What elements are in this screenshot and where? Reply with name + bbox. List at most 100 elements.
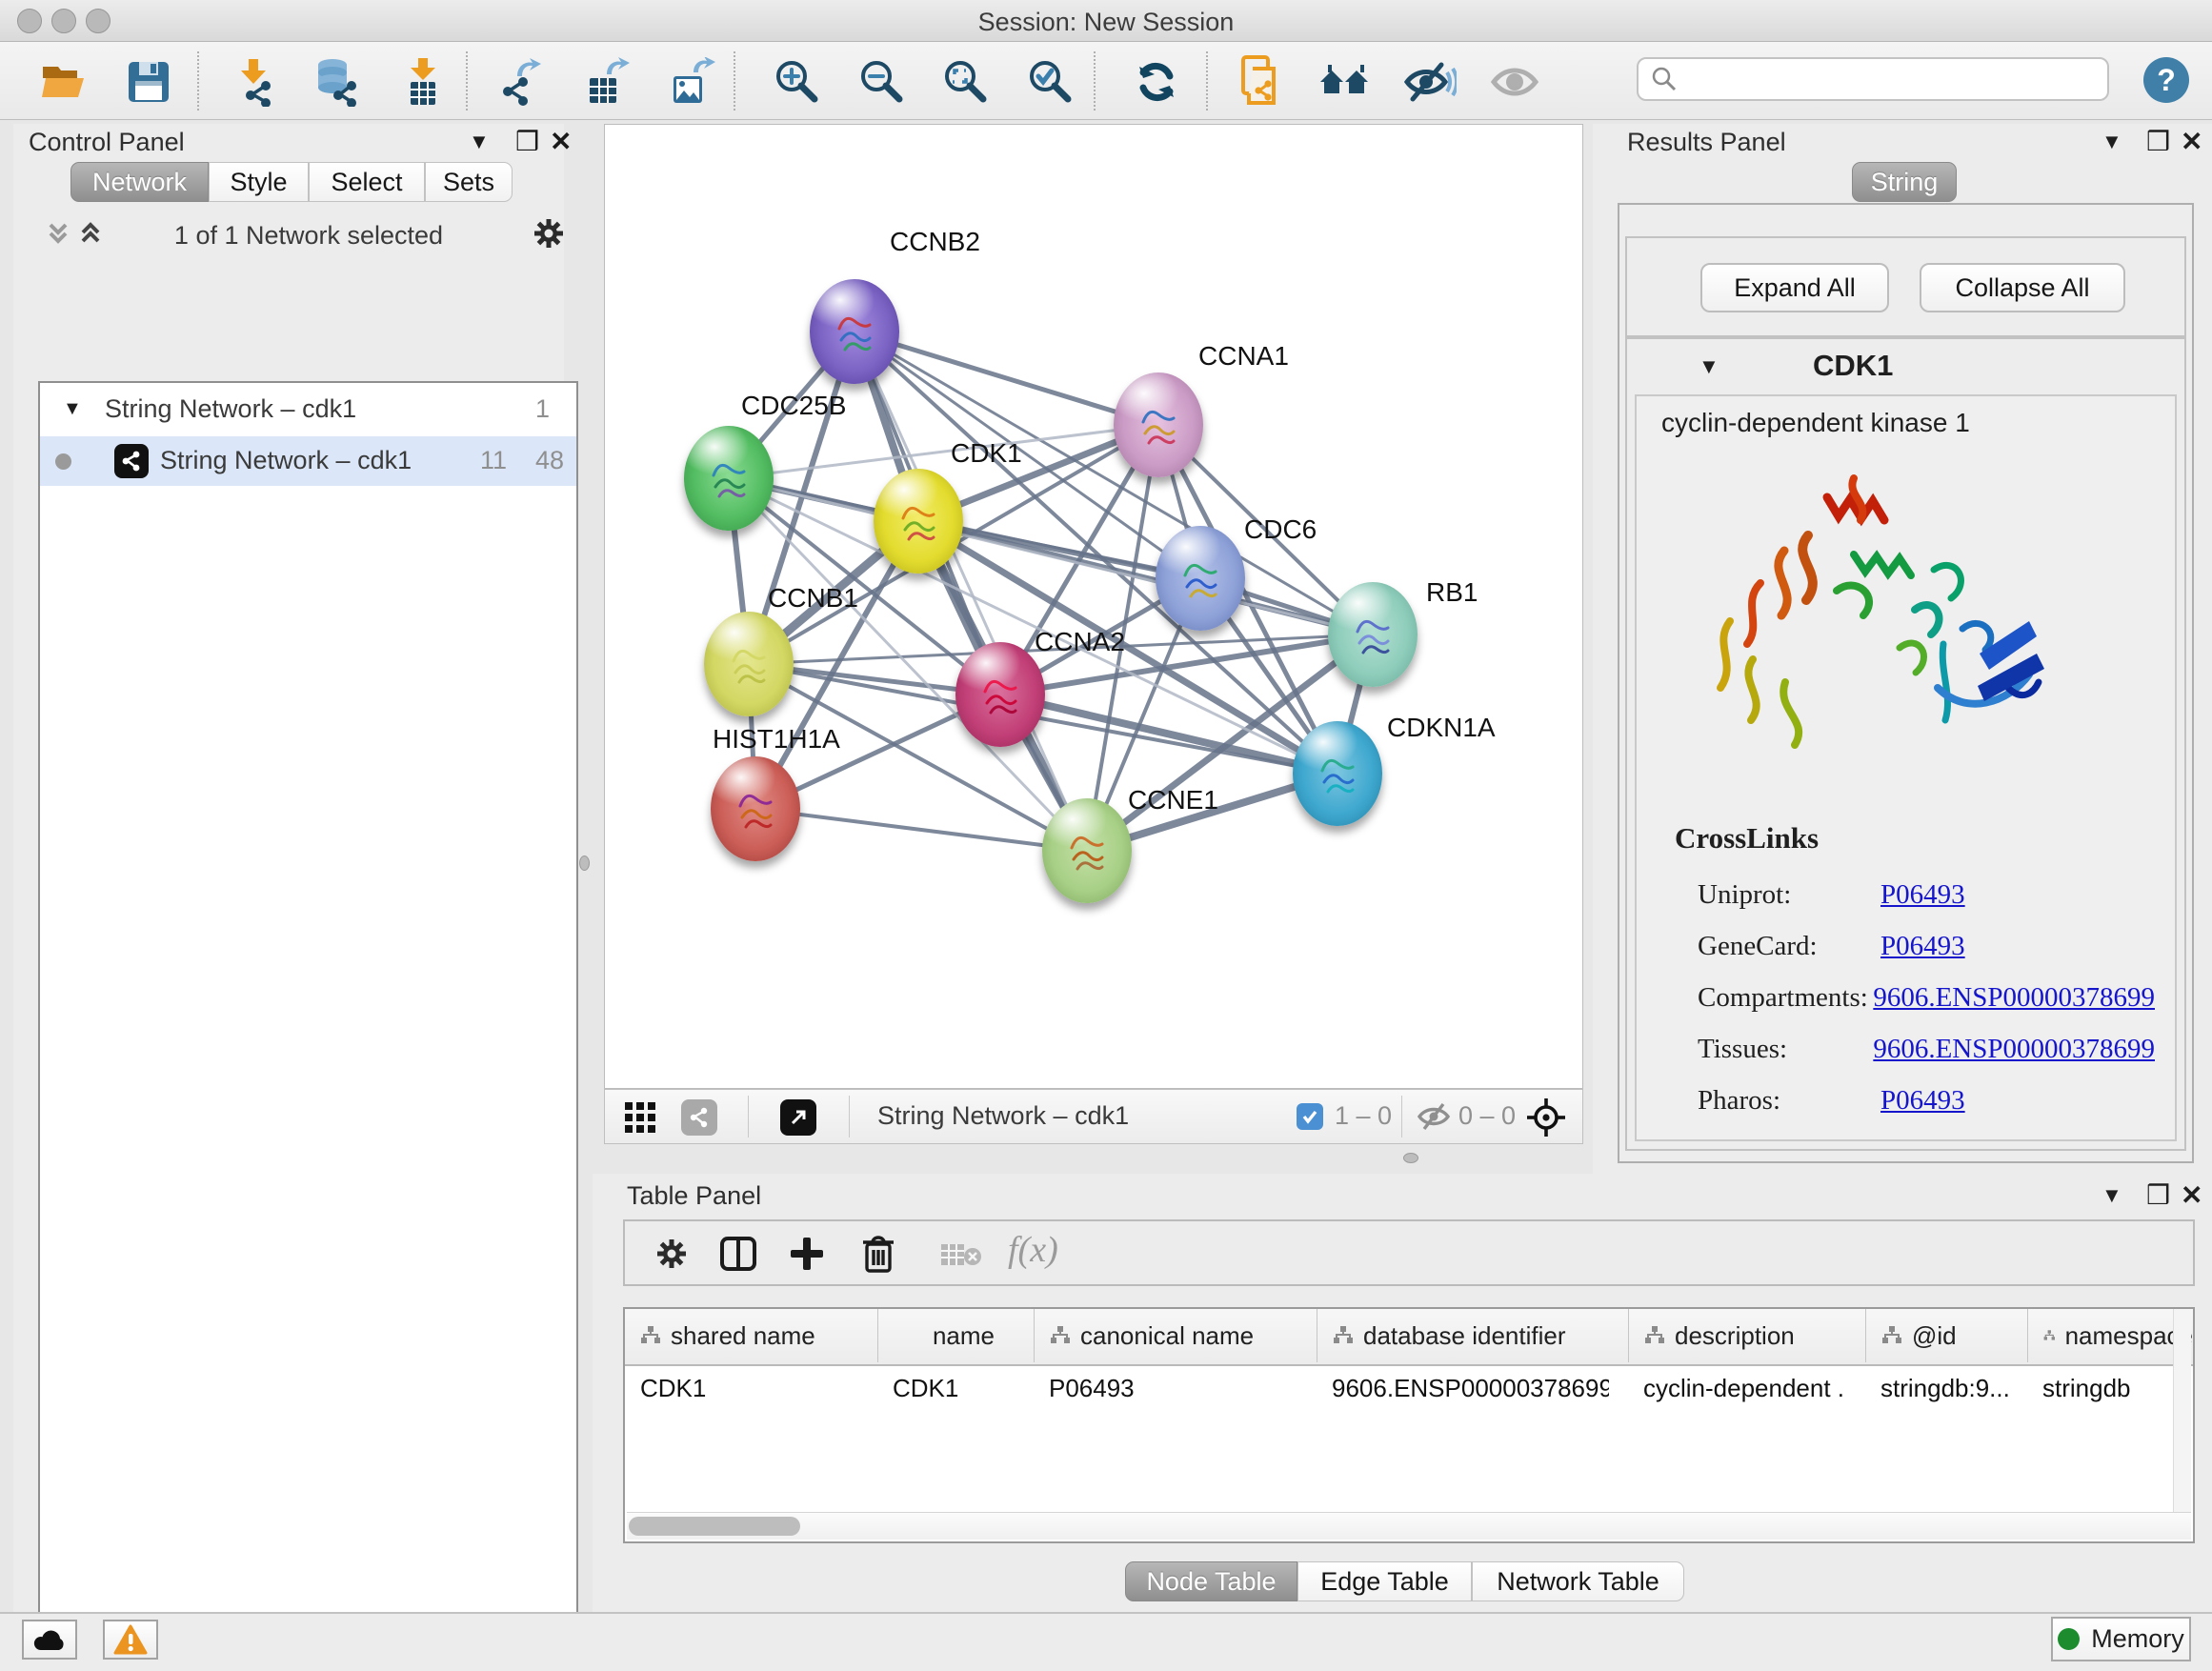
crosslink-value-link[interactable]: 9606.ENSP00000378699 (1873, 982, 2155, 1014)
collapse-all-icon[interactable] (45, 219, 71, 252)
column-header-namespace[interactable]: namespace (2027, 1309, 2193, 1362)
tab-network-table[interactable]: Network Table (1472, 1561, 1684, 1601)
graph-node-cdk1[interactable] (874, 469, 963, 574)
graph-node-cdkn1a[interactable] (1293, 721, 1382, 826)
column-header-name[interactable]: name (877, 1309, 1034, 1362)
table-vertical-scrollbar[interactable] (2173, 1309, 2191, 1514)
control-panel: Control Panel ▼ ❒ ✕ NetworkStyleSelectSe… (13, 124, 564, 1612)
control-panel-title: Control Panel (29, 128, 185, 157)
column-header-description[interactable]: description (1628, 1309, 1865, 1362)
control-panel-menu-icon[interactable]: ▼ (469, 130, 490, 154)
open-session-icon[interactable] (37, 55, 90, 109)
table-cell: 9606.ENSP00000378699 (1317, 1374, 1609, 1403)
help-icon[interactable]: ? (2143, 57, 2189, 103)
results-panel-float-icon[interactable]: ❒ (2146, 126, 2170, 157)
table-panel-close-icon[interactable]: ✕ (2181, 1179, 2202, 1211)
column-header-canonical-name[interactable]: canonical name (1034, 1309, 1317, 1362)
selection-summary: 1 of 1 Network selected (137, 221, 480, 251)
graph-node-ccnb1[interactable] (704, 612, 794, 716)
import-network-icon[interactable] (228, 55, 281, 109)
crosslink-value-link[interactable]: P06493 (1880, 879, 1965, 911)
graph-node-ccna1[interactable] (1114, 372, 1203, 477)
add-column-icon[interactable] (787, 1234, 827, 1278)
protein-thumbnail-icon (733, 785, 778, 838)
cloud-button[interactable] (22, 1620, 77, 1660)
table-panel-menu-icon[interactable]: ▼ (2101, 1183, 2122, 1208)
results-panel-menu-icon[interactable]: ▼ (2101, 130, 2122, 154)
tab-style[interactable]: Style (209, 162, 309, 202)
grid-view-icon[interactable] (622, 1099, 658, 1140)
column-header-shared-name[interactable]: shared name (625, 1309, 877, 1362)
tab-select[interactable]: Select (309, 162, 425, 202)
scrollbar-thumb[interactable] (629, 1517, 800, 1536)
hidden-eye-icon (1417, 1101, 1451, 1137)
warning-icon (113, 1624, 148, 1655)
export-image-icon[interactable] (665, 55, 718, 109)
graph-node-hist1h1a[interactable] (711, 756, 800, 861)
tree-expander-icon[interactable]: ▼ (63, 398, 82, 420)
network-collection-row[interactable]: ▼ String Network – cdk1 1 (40, 389, 576, 434)
zoom-out-icon[interactable] (855, 55, 909, 109)
graph-node-ccnb2[interactable] (810, 279, 899, 384)
tab-string[interactable]: String (1852, 162, 1957, 202)
control-panel-close-icon[interactable]: ✕ (550, 126, 572, 157)
save-session-icon[interactable] (122, 55, 175, 109)
crosslink-value-link[interactable]: P06493 (1880, 931, 1965, 962)
import-table-icon[interactable] (396, 55, 450, 109)
crosslink-value-link[interactable]: 9606.ENSP00000378699 (1873, 1034, 2155, 1065)
crosshair-icon[interactable] (1525, 1097, 1567, 1143)
network-row[interactable]: String Network – cdk1 11 48 (40, 436, 576, 486)
bottom-splitter-handle[interactable] (1403, 1153, 1418, 1163)
export-network-icon[interactable] (493, 55, 546, 109)
export-table-icon[interactable] (580, 55, 633, 109)
collapse-all-button[interactable]: Collapse All (1920, 263, 2125, 312)
network-view-title: String Network – cdk1 (877, 1101, 1129, 1131)
memory-button[interactable]: Memory (2051, 1617, 2191, 1661)
search-input[interactable] (1637, 57, 2109, 101)
tab-edge-table[interactable]: Edge Table (1297, 1561, 1472, 1601)
expand-all-button[interactable]: Expand All (1700, 263, 1889, 312)
open-in-browser-icon[interactable] (780, 1099, 816, 1136)
import-network-database-icon[interactable] (312, 55, 365, 109)
tab-sets[interactable]: Sets (425, 162, 513, 202)
table-cell: CDK1 (877, 1374, 1015, 1403)
node-label-ccnb1: CCNB1 (768, 583, 858, 614)
table-header-row: shared namenamecanonical namedatabase id… (625, 1309, 2193, 1366)
duplicate-network-icon[interactable] (1236, 55, 1289, 109)
selected-checkbox-icon[interactable] (1297, 1103, 1323, 1130)
table-panel-float-icon[interactable]: ❒ (2146, 1179, 2170, 1211)
graph-node-cdc25b[interactable] (684, 426, 774, 531)
delete-column-icon[interactable] (859, 1233, 897, 1279)
crosslink-value-link[interactable]: P06493 (1880, 1085, 1965, 1117)
zoom-selected-icon[interactable] (1024, 55, 1077, 109)
warning-button[interactable] (103, 1620, 158, 1660)
zoom-fit-icon[interactable] (939, 55, 993, 109)
section-body: cyclin-dependent kinase 1 (1635, 394, 2177, 1141)
show-columns-icon[interactable] (718, 1234, 758, 1278)
table-row[interactable]: CDK1CDK1P064939606.ENSP00000378699cyclin… (625, 1366, 2193, 1408)
protein-thumbnail-icon (1064, 827, 1110, 880)
graph-node-rb1[interactable] (1328, 582, 1418, 687)
network-collection-count: 1 (535, 394, 550, 424)
graph-node-cdc6[interactable] (1156, 526, 1245, 631)
tab-node-table[interactable]: Node Table (1125, 1561, 1297, 1601)
refresh-icon[interactable] (1130, 55, 1183, 109)
hide-selected-icon[interactable] (1403, 55, 1457, 109)
zoom-in-icon[interactable] (771, 55, 824, 109)
table-horizontal-scrollbar[interactable] (627, 1512, 2191, 1540)
table-cell: P06493 (1034, 1374, 1297, 1403)
results-panel-close-icon[interactable]: ✕ (2181, 126, 2202, 157)
expand-all-icon[interactable] (77, 219, 104, 252)
column-header-database-identifier[interactable]: database identifier (1317, 1309, 1628, 1362)
graph-node-ccne1[interactable] (1042, 798, 1132, 903)
table-gear-icon[interactable] (654, 1236, 690, 1277)
gear-icon[interactable] (531, 215, 567, 256)
column-header-@id[interactable]: @id (1865, 1309, 2027, 1362)
string-home-icon[interactable] (1318, 55, 1372, 109)
control-panel-float-icon[interactable]: ❒ (515, 126, 539, 157)
tab-network[interactable]: Network (70, 162, 209, 202)
graph-node-ccna2[interactable] (955, 642, 1045, 747)
network-birdseye-icon[interactable] (681, 1099, 717, 1136)
section-expander-icon[interactable]: ▼ (1699, 354, 1719, 379)
protein-thumbnail-icon (1315, 750, 1360, 803)
